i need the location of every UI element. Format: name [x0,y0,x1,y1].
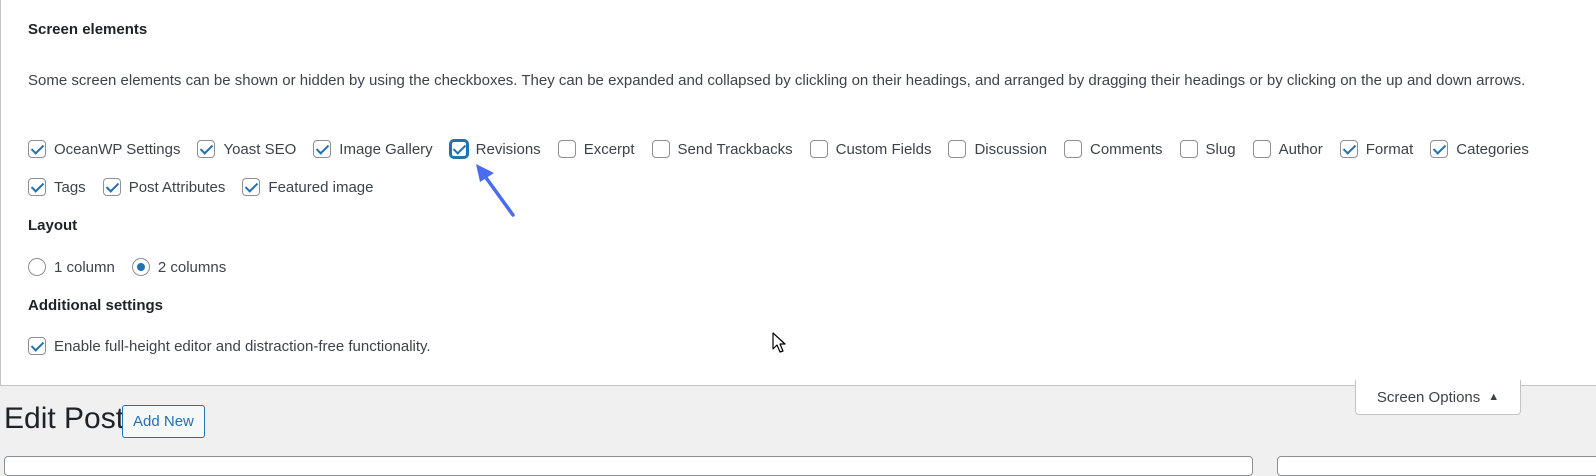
checkbox-featured-image[interactable]: Featured image [242,178,373,196]
checkbox-box[interactable] [1339,140,1358,158]
screen-options-panel: Screen elements Some screen elements can… [0,0,1596,386]
checkbox-label: Excerpt [583,140,635,158]
checkbox-excerpt[interactable]: Excerpt [557,140,635,158]
checkbox-box[interactable] [28,337,46,355]
checkbox-box[interactable] [449,140,468,158]
checkbox-row-1: OceanWP Settings Yoast SEO Image Gallery Re… [28,137,1546,161]
checkbox-comments[interactable]: Comments [1064,140,1163,158]
checkbox-discussion[interactable]: Discussion [948,140,1047,158]
full-height-editor-checkbox[interactable]: Enable full-height editor and distractio… [28,337,431,355]
checkbox-box[interactable] [651,140,670,158]
checkbox-box[interactable] [1252,140,1271,158]
checkbox-box[interactable] [28,140,46,158]
additional-settings-heading: Additional settings [28,297,163,314]
checkbox-label: Image Gallery [339,140,433,158]
annotation-arrow-icon [476,164,515,217]
checkbox-post-attributes[interactable]: Post Attributes [102,178,226,196]
screen-elements-description: Some screen elements can be shown or hid… [28,72,1526,89]
checkbox-label: Post Attributes [128,178,226,196]
checkbox-box[interactable] [948,140,967,158]
checkbox-label: Featured image [268,178,374,196]
layout-radio-row: 1 column 2 columns [28,255,243,279]
checkbox-label: OceanWP Settings [54,140,181,158]
checkbox-label: Enable full-height editor and distractio… [54,337,431,355]
radio-2-columns[interactable]: 2 columns [131,258,227,276]
checkbox-box[interactable] [28,178,46,196]
checkbox-label: Yoast SEO [223,140,297,158]
checkbox-box[interactable] [197,140,216,158]
screen-elements-heading: Screen elements [28,21,148,38]
checkbox-slug[interactable]: Slug [1179,140,1236,158]
checkbox-send-trackbacks[interactable]: Send Trackbacks [651,140,793,158]
checkbox-label: Slug [1205,140,1236,158]
checkbox-author[interactable]: Author [1252,140,1323,158]
mouse-cursor-icon [772,332,786,353]
radio-label: 2 columns [157,258,227,276]
radio-label: 1 column [54,258,115,276]
radio-1-column[interactable]: 1 column [28,258,115,276]
checkbox-label: Discussion [974,140,1047,158]
checkbox-custom-fields[interactable]: Custom Fields [809,140,932,158]
add-new-button[interactable]: Add New [122,405,205,438]
screen-options-tab-label: Screen Options [1376,388,1481,406]
checkbox-format[interactable]: Format [1339,140,1414,158]
checkbox-label: Categories [1456,140,1529,158]
checkbox-oceanwp-settings[interactable]: OceanWP Settings [28,140,180,158]
checkbox-image-gallery[interactable]: Image Gallery [313,140,433,158]
checkbox-label: Format [1365,140,1414,158]
additional-option-row: Enable full-height editor and distractio… [28,334,448,358]
checkbox-label: Send Trackbacks [677,140,793,158]
screen-options-tab[interactable]: Screen Options ▲ [1355,380,1521,415]
checkbox-revisions[interactable]: Revisions [449,140,541,158]
radio-button[interactable] [131,258,150,276]
page-title: Edit Post [4,402,125,435]
checkbox-label: Comments [1090,140,1163,158]
sidebar-box [1277,456,1596,476]
checkbox-box[interactable] [557,140,576,158]
checkbox-box[interactable] [313,140,332,158]
checkbox-row-2: Tags Post Attributes Featured image [28,175,390,199]
checkbox-yoast-seo[interactable]: Yoast SEO [197,140,296,158]
checkbox-box[interactable] [102,178,121,196]
checkbox-box[interactable] [809,140,828,158]
checkbox-tags[interactable]: Tags [28,178,86,196]
checkbox-label: Author [1278,140,1323,158]
checkbox-label: Tags [54,178,86,196]
checkbox-categories[interactable]: Categories [1430,140,1529,158]
caret-up-icon: ▲ [1488,391,1500,403]
radio-button[interactable] [28,258,46,276]
checkbox-label: Custom Fields [835,140,932,158]
checkbox-box[interactable] [1064,140,1082,158]
layout-heading: Layout [28,217,78,234]
post-title-input[interactable] [4,456,1253,476]
checkbox-box[interactable] [242,178,261,196]
checkbox-label: Revisions [475,140,541,158]
checkbox-box[interactable] [1179,140,1198,158]
checkbox-box[interactable] [1430,140,1449,158]
